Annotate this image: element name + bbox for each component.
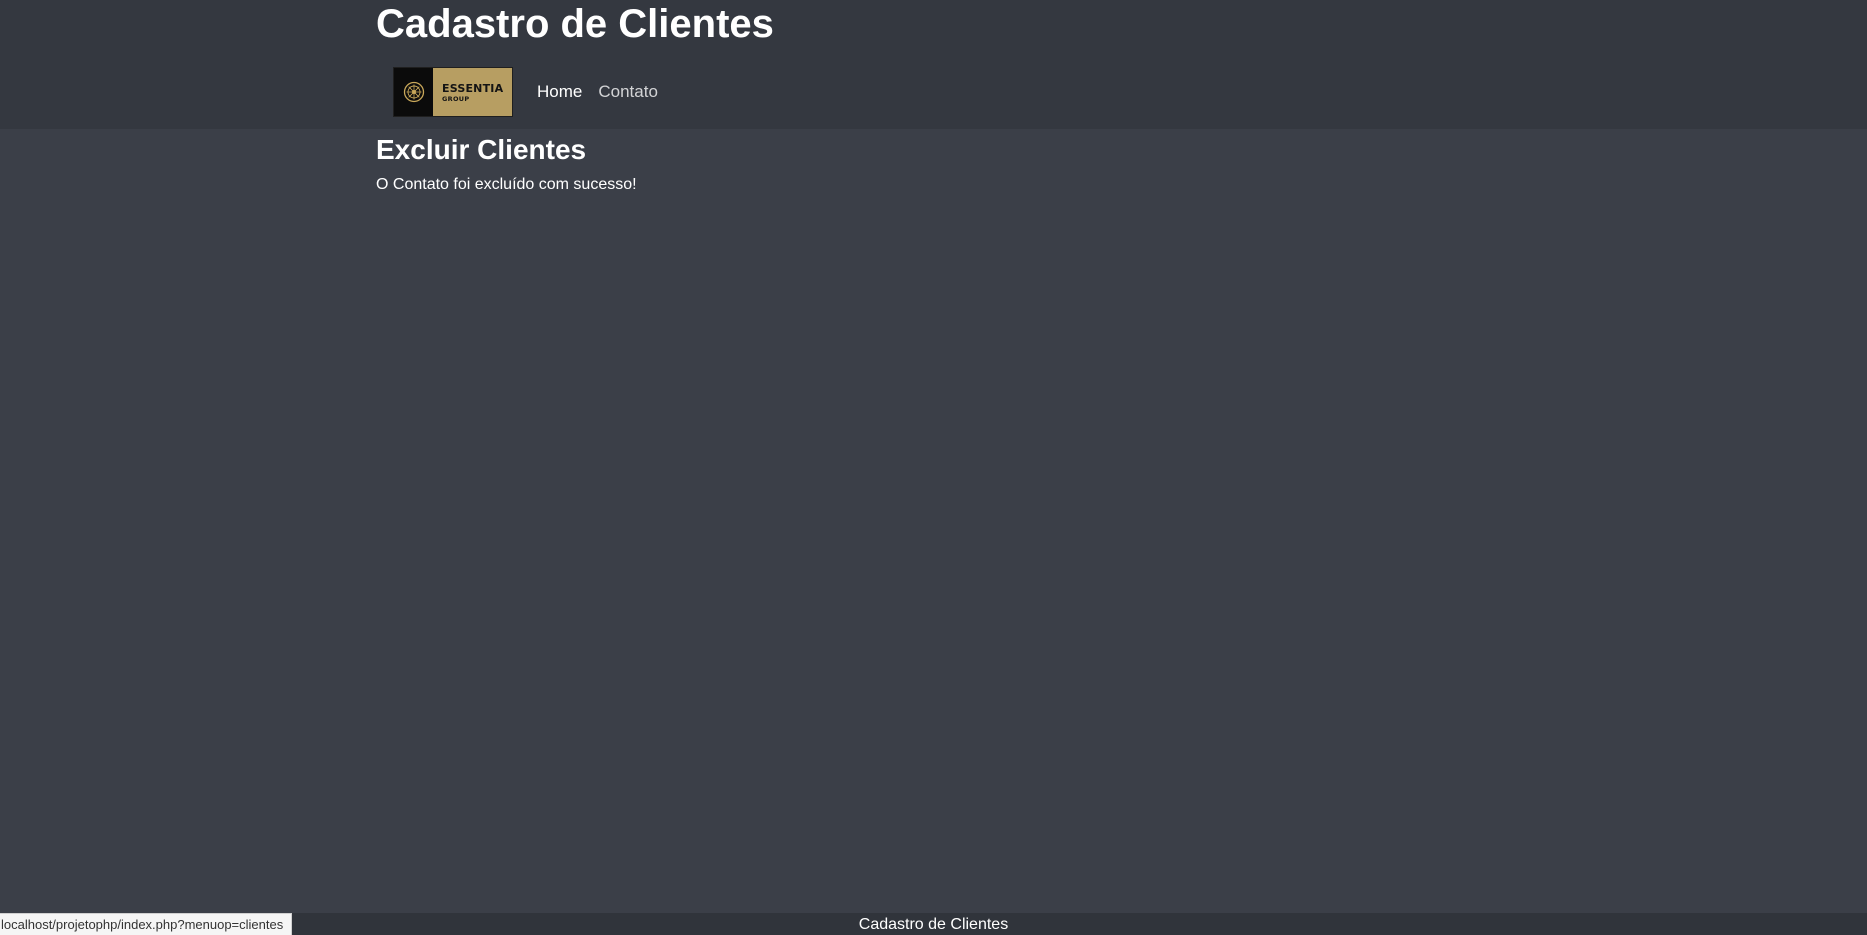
site-header: Cadastro de Clientes ESSENTIA GROUP Home… (0, 0, 1867, 129)
main-content: Excluir Clientes O Contato foi excluído … (376, 129, 637, 195)
success-message: O Contato foi excluído com sucesso! (376, 176, 637, 193)
footer-text: Cadastro de Clientes (858, 916, 1009, 933)
page-heading: Excluir Clientes (376, 134, 587, 165)
brand-wordmark: ESSENTIA GROUP (433, 68, 512, 116)
brand-name: ESSENTIA (442, 81, 504, 95)
nav-link-contato[interactable]: Contato (598, 82, 658, 102)
site-title: Cadastro de Clientes (376, 2, 774, 46)
page: Cadastro de Clientes ESSENTIA GROUP Home… (0, 0, 1867, 935)
brand-sub: GROUP (442, 94, 470, 103)
essentia-emblem-icon (394, 68, 433, 116)
nav-link-home[interactable]: Home (537, 82, 582, 102)
brand-logo-link[interactable]: ESSENTIA GROUP (393, 67, 513, 117)
navbar: ESSENTIA GROUP Home Contato (393, 66, 674, 118)
browser-status-url: localhost/projetophp/index.php?menuop=cl… (0, 913, 293, 935)
nav-links: Home Contato (537, 82, 674, 102)
